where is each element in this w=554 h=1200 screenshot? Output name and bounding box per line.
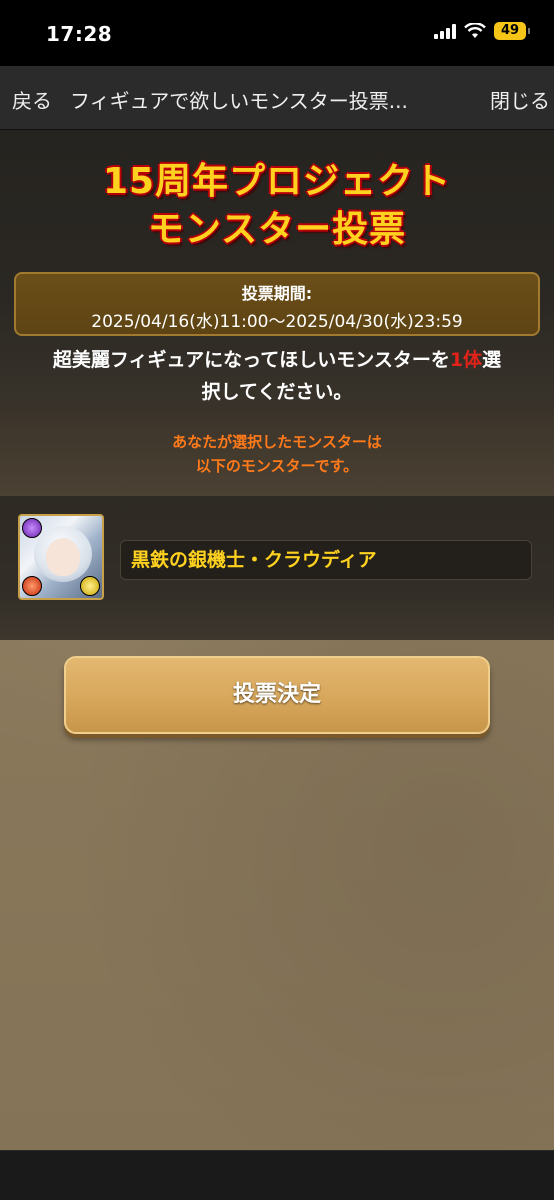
selection-notice-line-1: あなたが選択したモンスターは	[172, 433, 382, 451]
instruction-post: 選	[482, 349, 502, 371]
close-button[interactable]: 閉じる	[490, 85, 550, 114]
instruction-line-2: 択してください。	[201, 381, 353, 403]
dark-attribute-icon	[22, 518, 42, 538]
selection-notice-line-2: 以下のモンスターです。	[195, 457, 359, 475]
period-label: 投票期間:	[241, 284, 313, 303]
selected-monster-panel: 黒鉄の銀機士・クラウディア	[0, 496, 554, 640]
status-time: 17:28	[46, 22, 113, 46]
selection-notice: あなたが選択したモンスターは 以下のモンスターです。	[0, 418, 554, 496]
title-line-2: モンスター投票	[147, 209, 407, 250]
battery-icon: 49	[494, 22, 530, 40]
light-attribute-icon	[80, 576, 100, 596]
voting-period-box: 投票期間: 2025/04/16(水)11:00〜2025/04/30(水)23…	[14, 272, 540, 336]
main-title: 15周年プロジェクト モンスター投票	[0, 158, 554, 254]
status-bar: 17:28 49	[0, 0, 554, 66]
nav-bar: 戻る フィギュアで欲しいモンスター投票... 閉じる	[0, 66, 554, 130]
instruction-pre: 超美麗フィギュアになってほしいモンスターを	[52, 349, 450, 371]
header-panel: 15周年プロジェクト モンスター投票 投票期間: 2025/04/16(水)11…	[0, 130, 554, 418]
monster-name: 黒鉄の銀機士・クラウディア	[120, 540, 532, 580]
monster-face	[46, 538, 80, 576]
instruction-text: 超美麗フィギュアになってほしいモンスターを1体選 択してください。	[0, 344, 554, 408]
content-area: 15周年プロジェクト モンスター投票 投票期間: 2025/04/16(水)11…	[0, 130, 554, 1150]
title-line-1: 15周年プロジェクト	[102, 161, 452, 202]
bottom-toolbar	[0, 1150, 554, 1200]
monster-portrait-icon	[18, 514, 104, 600]
status-icons: 49	[434, 22, 530, 40]
back-button[interactable]: 戻る	[12, 85, 52, 114]
wifi-icon	[464, 23, 486, 38]
fire-attribute-icon	[22, 576, 42, 596]
instruction-count: 1体	[449, 349, 483, 371]
cellular-signal-icon	[434, 23, 456, 39]
period-range: 2025/04/16(水)11:00〜2025/04/30(水)23:59	[91, 312, 463, 332]
page-title: フィギュアで欲しいモンスター投票...	[70, 89, 408, 113]
vote-confirm-button[interactable]: 投票決定	[64, 656, 490, 734]
